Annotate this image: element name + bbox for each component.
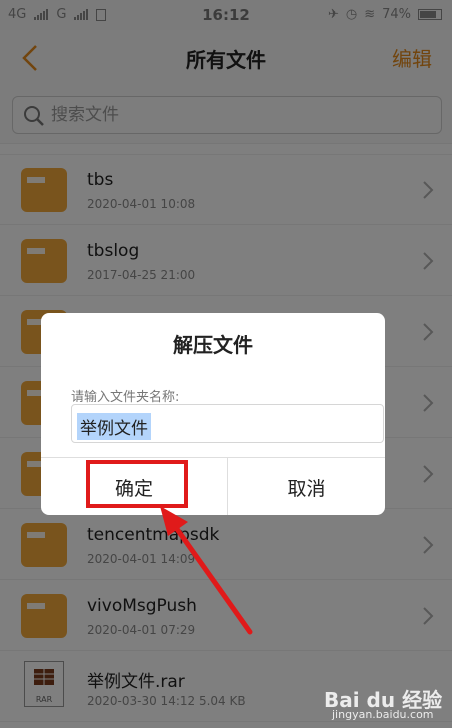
folder-name-input[interactable]: 举例文件	[71, 404, 384, 443]
folder-name-label: 请输入文件夹名称:	[71, 390, 180, 405]
cancel-label: 取消	[287, 478, 326, 500]
folder-name-value: 举例文件	[77, 413, 151, 440]
annotation-arrow-icon	[160, 506, 253, 635]
watermark-url: jingyan.baidu.com	[332, 708, 434, 721]
file-manager-screen: 4G G 16:12 ✈ ◷ ≋ 74% 所有文件 编辑	[0, 0, 452, 728]
watermark-logo: Bai du 经验	[324, 688, 443, 712]
baidu-watermark: Bai du 经验 jingyan.baidu.com	[324, 684, 444, 724]
dialog-title: 解压文件	[173, 333, 253, 357]
